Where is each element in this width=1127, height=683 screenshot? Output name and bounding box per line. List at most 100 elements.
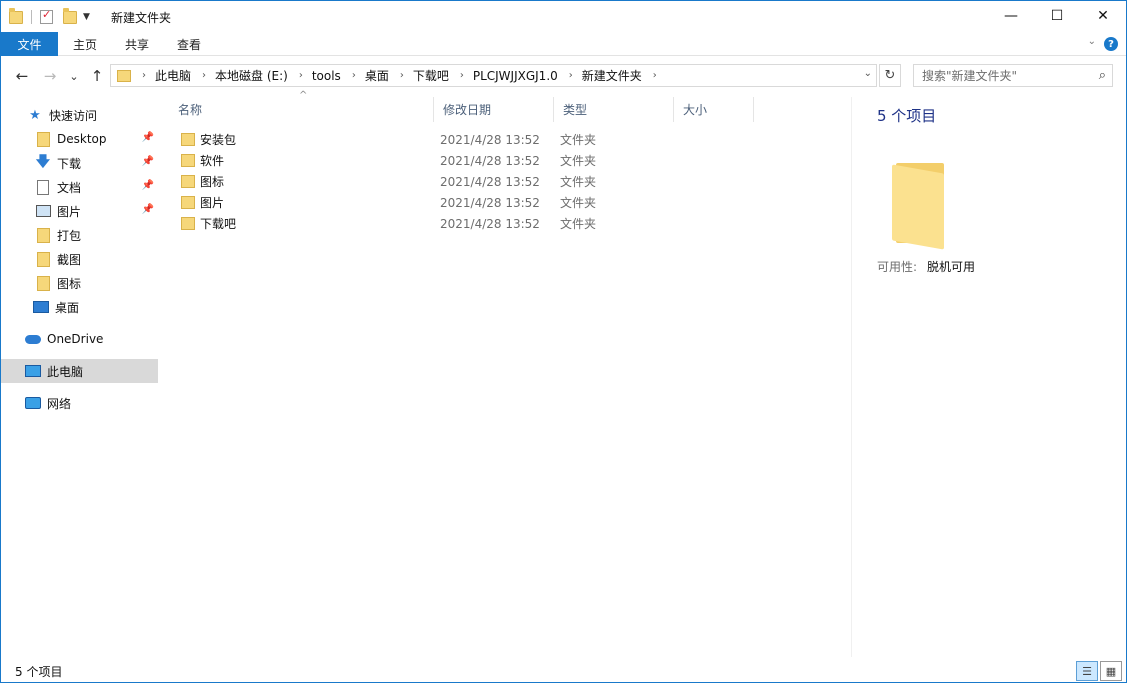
sort-ascending-icon: ^ bbox=[299, 90, 308, 101]
breadcrumb-plcjwjjxgj[interactable]: PLCJWJJXGJ1.0 bbox=[473, 69, 558, 83]
sidebar-item-pictures[interactable]: 图片 📌 bbox=[1, 199, 158, 223]
file-row[interactable]: 软件 2021/4/28 13:52 文件夹 bbox=[169, 150, 754, 171]
breadcrumb-tools[interactable]: tools bbox=[312, 69, 341, 83]
file-row[interactable]: 安装包 2021/4/28 13:52 文件夹 bbox=[169, 129, 754, 150]
pin-icon[interactable]: 📌 bbox=[142, 180, 154, 191]
expand-ribbon-icon[interactable]: ⌄ bbox=[1088, 36, 1096, 47]
sidebar-item-desktop-cn[interactable]: 桌面 bbox=[1, 295, 158, 319]
sidebar-item-network[interactable]: 网络 bbox=[1, 391, 158, 415]
breadcrumb-separator[interactable]: › bbox=[653, 70, 657, 81]
breadcrumb-separator[interactable]: › bbox=[142, 70, 146, 81]
file-name: 图片 bbox=[200, 196, 225, 210]
minimize-button[interactable]: — bbox=[988, 1, 1034, 31]
folder-icon bbox=[181, 196, 195, 209]
customize-toolbar-dropdown-icon[interactable]: ▼ bbox=[83, 12, 90, 22]
file-row[interactable]: 图标 2021/4/28 13:52 文件夹 bbox=[169, 171, 754, 192]
sidebar-item-screenshots[interactable]: 截图 bbox=[1, 247, 158, 271]
sidebar-item-dabao[interactable]: 打包 bbox=[1, 223, 158, 247]
window-controls: — ☐ ✕ bbox=[988, 1, 1126, 31]
explorer-window: ▼ 新建文件夹 — ☐ ✕ 文件 主页 共享 查看 ⌄ ? ← → ⌄ ↑ › … bbox=[0, 0, 1127, 683]
breadcrumb-separator[interactable]: › bbox=[202, 70, 206, 81]
folder-icon bbox=[117, 69, 131, 82]
new-folder-icon[interactable] bbox=[63, 7, 77, 24]
file-name: 下载吧 bbox=[200, 217, 237, 231]
back-button[interactable]: ← bbox=[13, 66, 31, 86]
sidebar-item-label: 打包 bbox=[57, 228, 82, 243]
breadcrumb-local-disk[interactable]: 本地磁盘 (E:) bbox=[215, 67, 288, 84]
window-title: 新建文件夹 bbox=[111, 11, 172, 25]
address-bar[interactable]: › 此电脑 › 本地磁盘 (E:) › tools › 桌面 › 下载吧 › P… bbox=[110, 64, 877, 87]
column-header-date[interactable]: 修改日期 bbox=[434, 97, 554, 122]
folder-icon bbox=[181, 217, 195, 230]
breadcrumb-separator[interactable]: › bbox=[460, 70, 464, 81]
breadcrumb-new-folder[interactable]: 新建文件夹 bbox=[582, 67, 642, 84]
file-type: 文件夹 bbox=[560, 175, 597, 189]
sidebar-item-icons[interactable]: 图标 bbox=[1, 271, 158, 295]
computer-icon bbox=[25, 363, 41, 379]
breadcrumb-separator[interactable]: › bbox=[299, 70, 303, 81]
file-date: 2021/4/28 13:52 bbox=[440, 174, 540, 189]
sidebar-item-label: 此电脑 bbox=[47, 364, 84, 379]
tab-home[interactable]: 主页 bbox=[59, 32, 111, 56]
file-row[interactable]: 下载吧 2021/4/28 13:52 文件夹 bbox=[169, 213, 754, 234]
forward-button[interactable]: → bbox=[41, 66, 59, 86]
breadcrumb-desktop[interactable]: 桌面 bbox=[365, 67, 389, 84]
sidebar-item-this-pc[interactable]: 此电脑 bbox=[1, 359, 158, 383]
column-label: 大小 bbox=[683, 103, 708, 117]
breadcrumb-separator[interactable]: › bbox=[569, 70, 573, 81]
tab-view[interactable]: 查看 bbox=[163, 32, 215, 56]
large-icons-view-button[interactable]: ▦ bbox=[1100, 661, 1122, 681]
pin-icon[interactable]: 📌 bbox=[142, 132, 154, 143]
sidebar-item-label: 下载 bbox=[57, 156, 82, 171]
close-button[interactable]: ✕ bbox=[1080, 1, 1126, 31]
sidebar-item-label: Desktop bbox=[57, 132, 107, 146]
search-icon[interactable]: ⌕ bbox=[1099, 68, 1106, 83]
column-header-size[interactable]: 大小 bbox=[674, 97, 754, 122]
folder-icon bbox=[35, 275, 51, 291]
tab-file[interactable]: 文件 bbox=[1, 32, 58, 56]
properties-icon[interactable] bbox=[40, 8, 53, 24]
refresh-button[interactable]: ↻ bbox=[879, 64, 901, 87]
sidebar-item-label: 截图 bbox=[57, 252, 82, 267]
item-count-heading: 5 个项目 bbox=[877, 107, 937, 125]
breadcrumb-separator[interactable]: › bbox=[352, 70, 356, 81]
details-pane: 5 个项目 可用性: 脱机可用 bbox=[851, 97, 1127, 657]
sidebar-item-quick-access[interactable]: ★ 快速访问 bbox=[1, 103, 158, 127]
sidebar-item-label: 图片 bbox=[57, 204, 82, 219]
navigation-bar: ← → ⌄ ↑ › 此电脑 › 本地磁盘 (E:) › tools › 桌面 ›… bbox=[1, 57, 1126, 95]
folder-icon bbox=[181, 154, 195, 167]
sidebar-item-downloads[interactable]: 🡇 下载 📌 bbox=[1, 151, 158, 175]
sidebar-item-label: 文档 bbox=[57, 180, 82, 195]
pin-icon[interactable]: 📌 bbox=[142, 204, 154, 215]
file-list: 名称 ^ 修改日期 类型 大小 安装包 2021/4/28 13:52 文件夹 … bbox=[169, 90, 849, 657]
column-header-name[interactable]: 名称 ^ bbox=[169, 90, 434, 122]
sidebar-item-onedrive[interactable]: OneDrive bbox=[1, 327, 158, 351]
title-bar: ▼ 新建文件夹 — ☐ ✕ bbox=[1, 1, 1126, 32]
file-date: 2021/4/28 13:52 bbox=[440, 132, 540, 147]
breadcrumb-xiazaiba[interactable]: 下载吧 bbox=[413, 67, 449, 84]
maximize-button[interactable]: ☐ bbox=[1034, 1, 1080, 31]
availability-value: 脱机可用 bbox=[927, 260, 976, 274]
toolbar-separator bbox=[31, 10, 32, 24]
breadcrumb-this-pc[interactable]: 此电脑 bbox=[155, 67, 191, 84]
file-row[interactable]: 图片 2021/4/28 13:52 文件夹 bbox=[169, 192, 754, 213]
sidebar-item-desktop[interactable]: Desktop 📌 bbox=[1, 127, 158, 151]
address-dropdown-icon[interactable]: ⌄ bbox=[864, 68, 872, 79]
breadcrumb-separator[interactable]: › bbox=[400, 70, 404, 81]
picture-icon bbox=[35, 203, 51, 219]
recent-locations-button[interactable]: ⌄ bbox=[65, 66, 83, 86]
document-icon bbox=[35, 179, 51, 195]
search-input[interactable]: 搜索"新建文件夹" ⌕ bbox=[913, 64, 1113, 87]
file-type: 文件夹 bbox=[560, 154, 597, 168]
sidebar-item-documents[interactable]: 文档 📌 bbox=[1, 175, 158, 199]
column-header-type[interactable]: 类型 bbox=[554, 97, 674, 122]
navigation-pane: ★ 快速访问 Desktop 📌 🡇 下载 📌 文档 📌 图片 📌 打包 截图 … bbox=[1, 97, 159, 657]
help-icon[interactable]: ? bbox=[1104, 37, 1118, 51]
details-view-button[interactable]: ☰ bbox=[1076, 661, 1098, 681]
pin-icon[interactable]: 📌 bbox=[142, 156, 154, 167]
file-date: 2021/4/28 13:52 bbox=[440, 195, 540, 210]
folder-icon bbox=[9, 7, 23, 24]
sidebar-item-label: 快速访问 bbox=[49, 108, 98, 123]
tab-share[interactable]: 共享 bbox=[111, 32, 163, 56]
up-button[interactable]: ↑ bbox=[88, 66, 106, 86]
